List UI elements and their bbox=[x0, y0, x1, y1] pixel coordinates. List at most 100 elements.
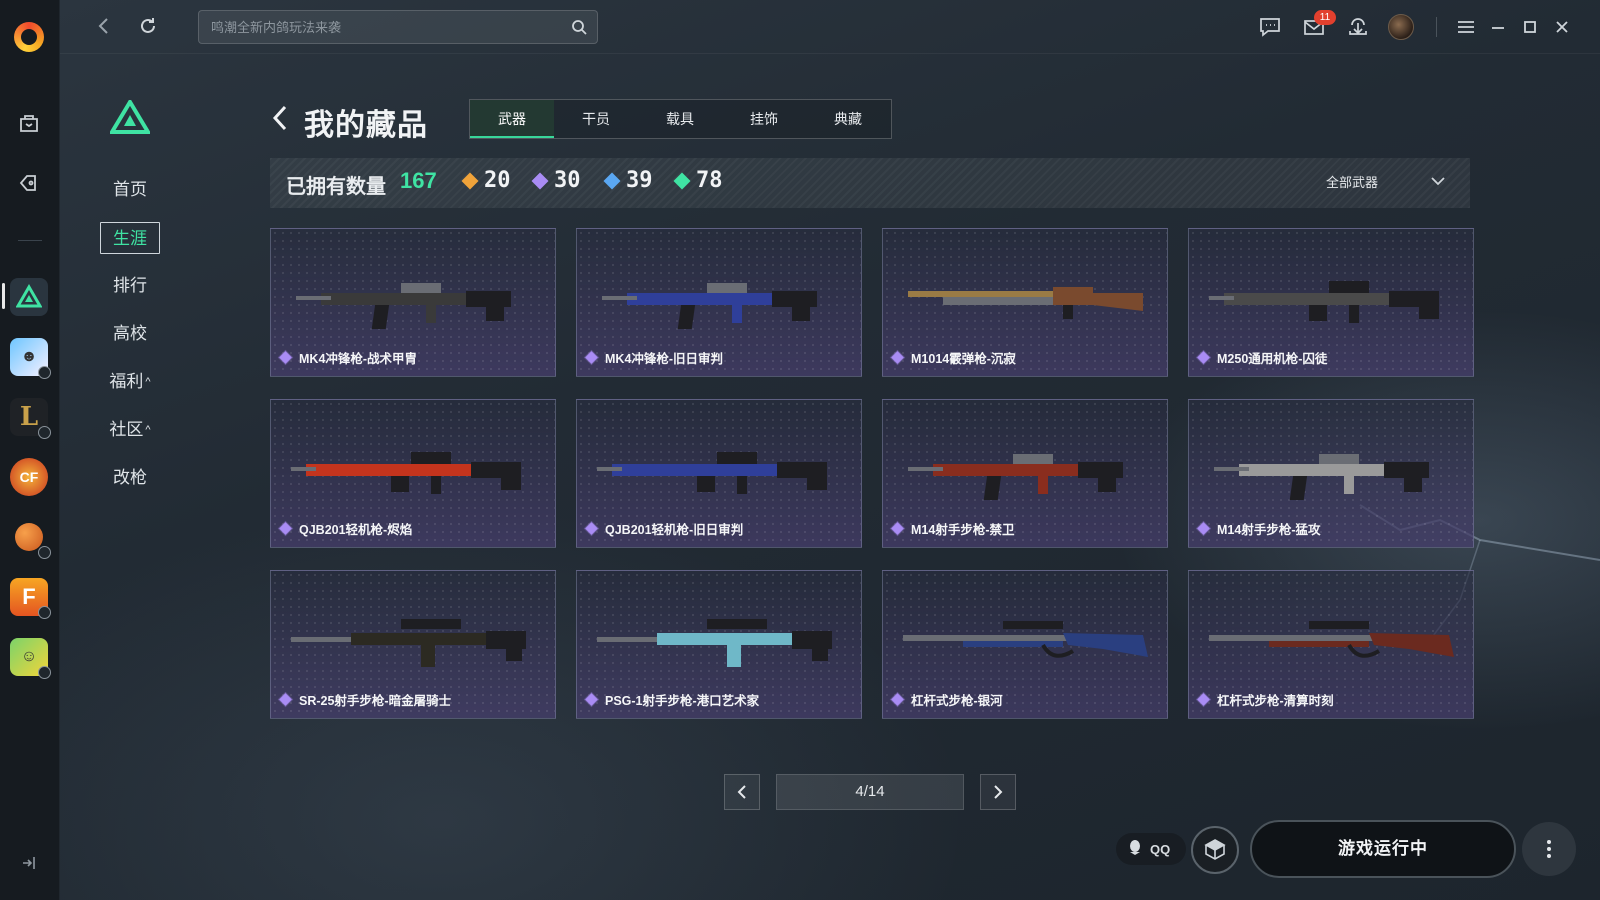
weapon-name-row: PSG-1射手步枪-港口艺术家 bbox=[585, 690, 760, 709]
rifle-icon bbox=[903, 434, 1149, 504]
game-cartoon-icon[interactable]: ☻ bbox=[10, 338, 51, 379]
tab-0[interactable]: 武器 bbox=[470, 100, 554, 138]
weapon-name: PSG-1射手步枪-港口艺术家 bbox=[605, 694, 760, 708]
rail-active-indicator bbox=[2, 283, 5, 309]
rarity-count-1: 30 bbox=[531, 168, 581, 193]
weapon-card[interactable]: M1014霰弹枪-沉寂 bbox=[882, 228, 1168, 377]
qq-button[interactable]: QQ bbox=[1116, 833, 1186, 865]
collection-tabs: 武器 干员 载具 挂饰 典藏 bbox=[469, 99, 892, 139]
more-options-icon[interactable] bbox=[1522, 822, 1576, 876]
weapon-name: SR-25射手步枪-暗金屠骑士 bbox=[299, 694, 452, 708]
search-input[interactable] bbox=[199, 11, 559, 43]
weapon-card[interactable]: 杠杆式步枪-银河 bbox=[882, 570, 1168, 719]
download-icon[interactable] bbox=[1346, 15, 1370, 39]
weapon-name: M14射手步枪-禁卫 bbox=[911, 523, 1015, 537]
weapon-name-row: 杠杆式步枪-银河 bbox=[891, 690, 1003, 709]
weapon-card[interactable]: MK4冲锋枪-旧日审判 bbox=[576, 228, 862, 377]
tab-2[interactable]: 载具 bbox=[638, 100, 722, 138]
top-bar: 11 bbox=[60, 0, 1600, 54]
refresh-icon[interactable] bbox=[136, 14, 160, 38]
sidebar-item-6[interactable]: 改枪 bbox=[100, 462, 160, 494]
sidebar-item-0[interactable]: 首页 bbox=[100, 174, 160, 206]
rarity-gem-icon bbox=[603, 172, 621, 189]
rarity-gem-icon bbox=[673, 172, 691, 189]
tab-4[interactable]: 典藏 bbox=[806, 100, 890, 138]
game-f-icon[interactable]: F bbox=[10, 578, 51, 619]
lever-rifle-icon bbox=[903, 605, 1149, 675]
weapon-card[interactable]: M14射手步枪-猛攻 bbox=[1188, 399, 1474, 548]
weapon-name: 杠杆式步枪-清算时刻 bbox=[1217, 694, 1334, 708]
weapon-name-row: 杠杆式步枪-清算时刻 bbox=[1197, 690, 1334, 709]
sidebar-item-3[interactable]: 高校 bbox=[100, 318, 160, 350]
weapon-name-row: QJB201轻机枪-旧日审判 bbox=[585, 519, 744, 538]
sidebar-item-2[interactable]: 排行 bbox=[100, 270, 160, 302]
weapon-filter-dropdown[interactable]: 全部武器 bbox=[1326, 172, 1446, 191]
rarity-gem-icon bbox=[891, 522, 904, 535]
sidebar-item-label: 改枪 bbox=[113, 468, 147, 487]
search-icon[interactable] bbox=[571, 19, 587, 35]
weapon-name: 杠杆式步枪-银河 bbox=[911, 694, 1003, 708]
game-league-icon[interactable]: L bbox=[10, 398, 51, 439]
game-character-icon[interactable]: ☺ bbox=[10, 638, 51, 679]
weapon-card[interactable]: PSG-1射手步枪-港口艺术家 bbox=[576, 570, 862, 719]
weapon-card[interactable]: QJB201轻机枪-旧日审判 bbox=[576, 399, 862, 548]
rarity-gem-icon bbox=[279, 522, 292, 535]
user-avatar[interactable] bbox=[1388, 14, 1414, 40]
rarity-count-2: 39 bbox=[603, 168, 653, 193]
menu-icon[interactable] bbox=[1454, 15, 1478, 39]
rarity-gem-icon bbox=[279, 351, 292, 364]
tag-icon[interactable] bbox=[16, 170, 42, 196]
shotgun-icon bbox=[903, 263, 1149, 333]
tab-1[interactable]: 干员 bbox=[554, 100, 638, 138]
game-crossfire-icon[interactable]: CF bbox=[10, 458, 48, 496]
sniper-icon bbox=[291, 605, 537, 675]
maximize-icon[interactable] bbox=[1518, 15, 1542, 39]
tab-3[interactable]: 挂饰 bbox=[722, 100, 806, 138]
sidebar-item-4[interactable]: 福利 ^ bbox=[100, 366, 160, 398]
weapon-card[interactable]: SR-25射手步枪-暗金屠骑士 bbox=[270, 570, 556, 719]
sidebar-item-5[interactable]: 社区 ^ bbox=[100, 414, 160, 446]
minimize-icon[interactable] bbox=[1486, 15, 1510, 39]
rarity-gem-icon bbox=[279, 693, 292, 706]
expand-rail-icon[interactable] bbox=[20, 854, 38, 872]
sidebar-item-label: 生涯 bbox=[113, 229, 147, 248]
rarity-count-value: 20 bbox=[484, 168, 511, 193]
app-logo-icon[interactable] bbox=[14, 22, 44, 52]
game-running-button[interactable]: 游戏运行中 bbox=[1250, 820, 1516, 878]
rarity-gem-icon bbox=[891, 351, 904, 364]
weapon-name-row: M14射手步枪-禁卫 bbox=[891, 519, 1015, 538]
launcher-rail: ☻ L CF F ☺ bbox=[0, 0, 60, 900]
weapon-name-row: M1014霰弹枪-沉寂 bbox=[891, 348, 1016, 367]
chevron-up-icon: ^ bbox=[145, 376, 151, 388]
bag-icon[interactable] bbox=[16, 110, 42, 136]
rifle-icon bbox=[597, 263, 843, 333]
qq-penguin-icon bbox=[1128, 839, 1142, 860]
weapon-card[interactable]: 杠杆式步枪-清算时刻 bbox=[1188, 570, 1474, 719]
prev-page-button[interactable] bbox=[724, 774, 760, 810]
cube-icon[interactable] bbox=[1191, 826, 1239, 874]
page-title: 我的藏品 bbox=[304, 109, 428, 142]
weapon-card[interactable]: MK4冲锋枪-战术甲胄 bbox=[270, 228, 556, 377]
weapon-name: MK4冲锋枪-战术甲胄 bbox=[299, 352, 418, 366]
rarity-count-0: 20 bbox=[461, 168, 511, 193]
stats-bar: 已拥有数量 167 20 30 39 78 全部武器 bbox=[270, 158, 1470, 208]
mail-icon[interactable]: 11 bbox=[1302, 10, 1336, 39]
rail-divider bbox=[18, 240, 42, 241]
game-basketball-icon[interactable] bbox=[10, 518, 51, 559]
game-delta-force-icon[interactable] bbox=[10, 278, 48, 316]
chat-icon[interactable] bbox=[1258, 15, 1282, 39]
lever-rifle-icon bbox=[1209, 605, 1455, 675]
weapon-name: QJB201轻机枪-烬焰 bbox=[299, 523, 413, 537]
weapon-card[interactable]: M14射手步枪-禁卫 bbox=[882, 399, 1168, 548]
close-icon[interactable] bbox=[1550, 15, 1574, 39]
machine-gun-icon bbox=[1209, 263, 1455, 333]
back-nav-icon[interactable] bbox=[92, 14, 116, 38]
weapon-name: QJB201轻机枪-旧日审判 bbox=[605, 523, 744, 537]
back-chevron-icon[interactable] bbox=[270, 104, 290, 132]
weapon-card[interactable]: M250通用机枪-囚徒 bbox=[1188, 228, 1474, 377]
weapon-card[interactable]: QJB201轻机枪-烬焰 bbox=[270, 399, 556, 548]
weapon-name: M1014霰弹枪-沉寂 bbox=[911, 352, 1016, 366]
next-page-button[interactable] bbox=[980, 774, 1016, 810]
sidebar-item-label: 高校 bbox=[113, 324, 147, 343]
sidebar-item-1[interactable]: 生涯 bbox=[100, 222, 160, 254]
